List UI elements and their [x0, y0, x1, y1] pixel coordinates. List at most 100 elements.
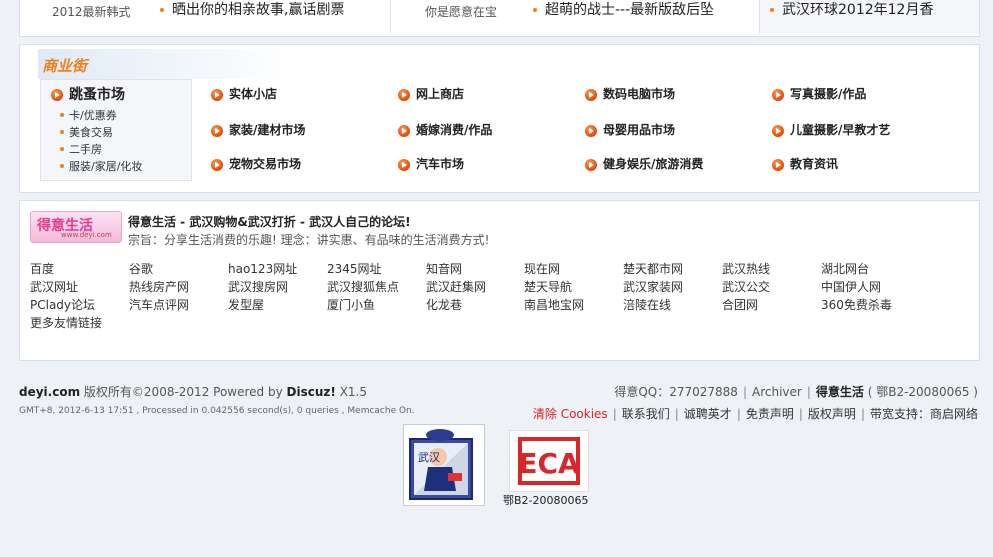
friend-link[interactable]: 百度 — [30, 260, 54, 277]
more-friend-links-link[interactable]: 更多友情链接 — [30, 314, 102, 331]
flea-market-title[interactable]: 跳蚤市场 — [69, 87, 125, 103]
top-col-1-link[interactable]: 晒出你的相亲故事,赢话剧票 — [160, 0, 344, 19]
biz-item[interactable]: 教育资讯 — [772, 155, 838, 172]
divider: | — [674, 407, 679, 421]
biz-item-label[interactable]: 写真摄影/作品 — [790, 87, 866, 101]
site-logo[interactable]: 得意生活 www.deyi.com — [30, 211, 122, 243]
biz-item[interactable]: 儿童摄影/早教才艺 — [772, 121, 890, 138]
bandwidth-support-link[interactable]: 带宽支持：商启网络 — [870, 407, 978, 421]
top-col-1: 2012最新韩式 晒出你的相亲故事,赢话剧票 — [20, 0, 390, 34]
friend-link[interactable]: 知音网 — [426, 260, 462, 277]
biz-item[interactable]: 汽车市场 — [398, 155, 464, 172]
divider: | — [612, 407, 617, 421]
friend-link[interactable]: 涪陵在线 — [623, 296, 671, 313]
bullet-icon — [770, 8, 774, 12]
flea-item[interactable]: 卡/优惠券 — [59, 107, 142, 124]
friend-link[interactable]: 谷歌 — [129, 260, 153, 277]
footer-engine-link[interactable]: Discuz! — [287, 385, 336, 399]
biz-item-label[interactable]: 婚嫁消费/作品 — [416, 123, 492, 137]
friend-link[interactable]: 楚天都市网 — [623, 260, 683, 277]
top-col-1-link-text[interactable]: 晒出你的相亲故事,赢话剧票 — [172, 2, 344, 18]
copyright-notice-link[interactable]: 版权声明 — [808, 407, 856, 421]
flea-item[interactable]: 美食交易 — [59, 124, 142, 141]
biz-item-label[interactable]: 汽车市场 — [416, 157, 464, 171]
top-strip: 2012最新韩式 晒出你的相亲故事,赢话剧票 你是愿意在宝 超萌的战士---最新… — [19, 0, 980, 37]
biz-item-label[interactable]: 健身娱乐/旅游消费 — [603, 157, 703, 171]
friend-link[interactable]: 360免费杀毒 — [821, 296, 892, 313]
biz-item-label[interactable]: 实体小店 — [229, 87, 277, 101]
top-col-2-caption[interactable]: 你是愿意在宝 — [425, 3, 497, 20]
friend-link[interactable]: 武汉公交 — [722, 278, 770, 295]
eca-badge[interactable]: ECA 鄂B2-20080065 — [503, 430, 593, 508]
biz-item[interactable]: 数码电脑市场 — [585, 85, 675, 102]
friend-link[interactable]: 发型屋 — [228, 296, 264, 313]
biz-item[interactable]: 家装/建材市场 — [211, 121, 305, 138]
eca-logo: ECA — [509, 430, 589, 492]
divider: | — [860, 407, 865, 421]
biz-item-label[interactable]: 家装/建材市场 — [229, 123, 305, 137]
disclaimer-link[interactable]: 免责声明 — [746, 407, 794, 421]
clear-cookies-link[interactable]: 清除 Cookies — [533, 407, 608, 421]
flea-market-heading[interactable]: 跳蚤市场 — [51, 84, 125, 104]
footer-processing-info: GMT+8, 2012-6-13 17:51 , Processed in 0.… — [19, 406, 415, 416]
footer-links: 清除 Cookies | 联系我们 | 诚聘英才 | 免责声明 | 版权声明 | 带宽支持：商启网络 — [533, 405, 978, 422]
license-number-link[interactable]: ( 鄂B2-20080065 ) — [868, 385, 978, 399]
friend-link[interactable]: hao123网址 — [228, 260, 297, 277]
friend-link[interactable]: 武汉搜狐焦点 — [327, 278, 399, 295]
friend-link[interactable]: 武汉网址 — [30, 278, 78, 295]
friend-link[interactable]: 中国伊人网 — [821, 278, 881, 295]
footer-copyright: deyi.com 版权所有©2008-2012 Powered by Discu… — [19, 383, 367, 400]
hiring-link[interactable]: 诚聘英才 — [684, 407, 732, 421]
friend-link[interactable]: 武汉搜房网 — [228, 278, 288, 295]
arrow-circle-icon — [398, 88, 410, 101]
biz-item-label[interactable]: 宠物交易市场 — [229, 157, 301, 171]
friend-link[interactable]: 厦门小鱼 — [327, 296, 375, 313]
friend-link[interactable]: 武汉家装网 — [623, 278, 683, 295]
police-badge[interactable]: 武汉 — [403, 424, 485, 506]
site-title-link[interactable]: 得意生活 - 武汉购物&武汉打折 - 武汉人自己的论坛! — [128, 213, 411, 230]
police-badge-text: 武汉 — [418, 451, 440, 464]
flea-item[interactable]: 服装/家居/化妆 — [59, 158, 142, 175]
biz-item[interactable]: 婚嫁消费/作品 — [398, 121, 492, 138]
friend-link[interactable]: 现在网 — [524, 260, 560, 277]
biz-item[interactable]: 写真摄影/作品 — [772, 85, 866, 102]
footer-copyright-text: 版权所有©2008-2012 Powered by — [83, 385, 283, 399]
friend-link[interactable]: 南昌地宝网 — [524, 296, 584, 313]
friend-link[interactable]: PClady论坛 — [30, 296, 95, 313]
biz-item[interactable]: 母婴用品市场 — [585, 121, 675, 138]
friend-link[interactable]: 湖北网台 — [821, 260, 869, 277]
biz-item[interactable]: 宠物交易市场 — [211, 155, 301, 172]
friend-link[interactable]: 2345网址 — [327, 260, 382, 277]
biz-item-label[interactable]: 数码电脑市场 — [603, 87, 675, 101]
friend-link[interactable]: 楚天导航 — [524, 278, 572, 295]
arrow-circle-icon — [772, 124, 784, 137]
bullet-icon — [160, 8, 164, 12]
biz-item-label[interactable]: 儿童摄影/早教才艺 — [790, 123, 890, 137]
friend-link[interactable]: 武汉赶集网 — [426, 278, 486, 295]
footer-site-name-link[interactable]: 得意生活 — [816, 385, 864, 399]
top-col-3-link[interactable]: 武汉环球2012年12月香 — [770, 0, 933, 19]
biz-item[interactable]: 实体小店 — [211, 85, 277, 102]
arrow-circle-icon — [398, 158, 410, 171]
friend-link[interactable]: 化龙巷 — [426, 296, 462, 313]
biz-item-label[interactable]: 教育资讯 — [790, 157, 838, 171]
top-col-1-caption[interactable]: 2012最新韩式 — [52, 3, 131, 20]
friend-link[interactable]: 汽车点评网 — [129, 296, 189, 313]
biz-item-label[interactable]: 母婴用品市场 — [603, 123, 675, 137]
top-col-2-link[interactable]: 超萌的战士---最新版敌后坠 — [533, 0, 714, 19]
friend-link[interactable]: 武汉热线 — [722, 260, 770, 277]
qq-label: 得意QQ： — [614, 385, 670, 399]
friend-link[interactable]: 热线房产网 — [129, 278, 189, 295]
footer-site-link[interactable]: deyi.com — [19, 385, 80, 399]
contact-us-link[interactable]: 联系我们 — [622, 407, 670, 421]
logo-url-text: www.deyi.com — [61, 231, 112, 239]
top-col-2-link-text[interactable]: 超萌的战士---最新版敌后坠 — [545, 2, 714, 18]
biz-item[interactable]: 网上商店 — [398, 85, 464, 102]
divider: | — [798, 407, 803, 421]
archiver-link[interactable]: Archiver — [752, 385, 802, 399]
friend-link[interactable]: 合团网 — [722, 296, 758, 313]
flea-item[interactable]: 二手房 — [59, 141, 142, 158]
biz-item-label[interactable]: 网上商店 — [416, 87, 464, 101]
top-col-3-link-text[interactable]: 武汉环球2012年12月香 — [782, 2, 933, 18]
biz-item[interactable]: 健身娱乐/旅游消费 — [585, 155, 703, 172]
